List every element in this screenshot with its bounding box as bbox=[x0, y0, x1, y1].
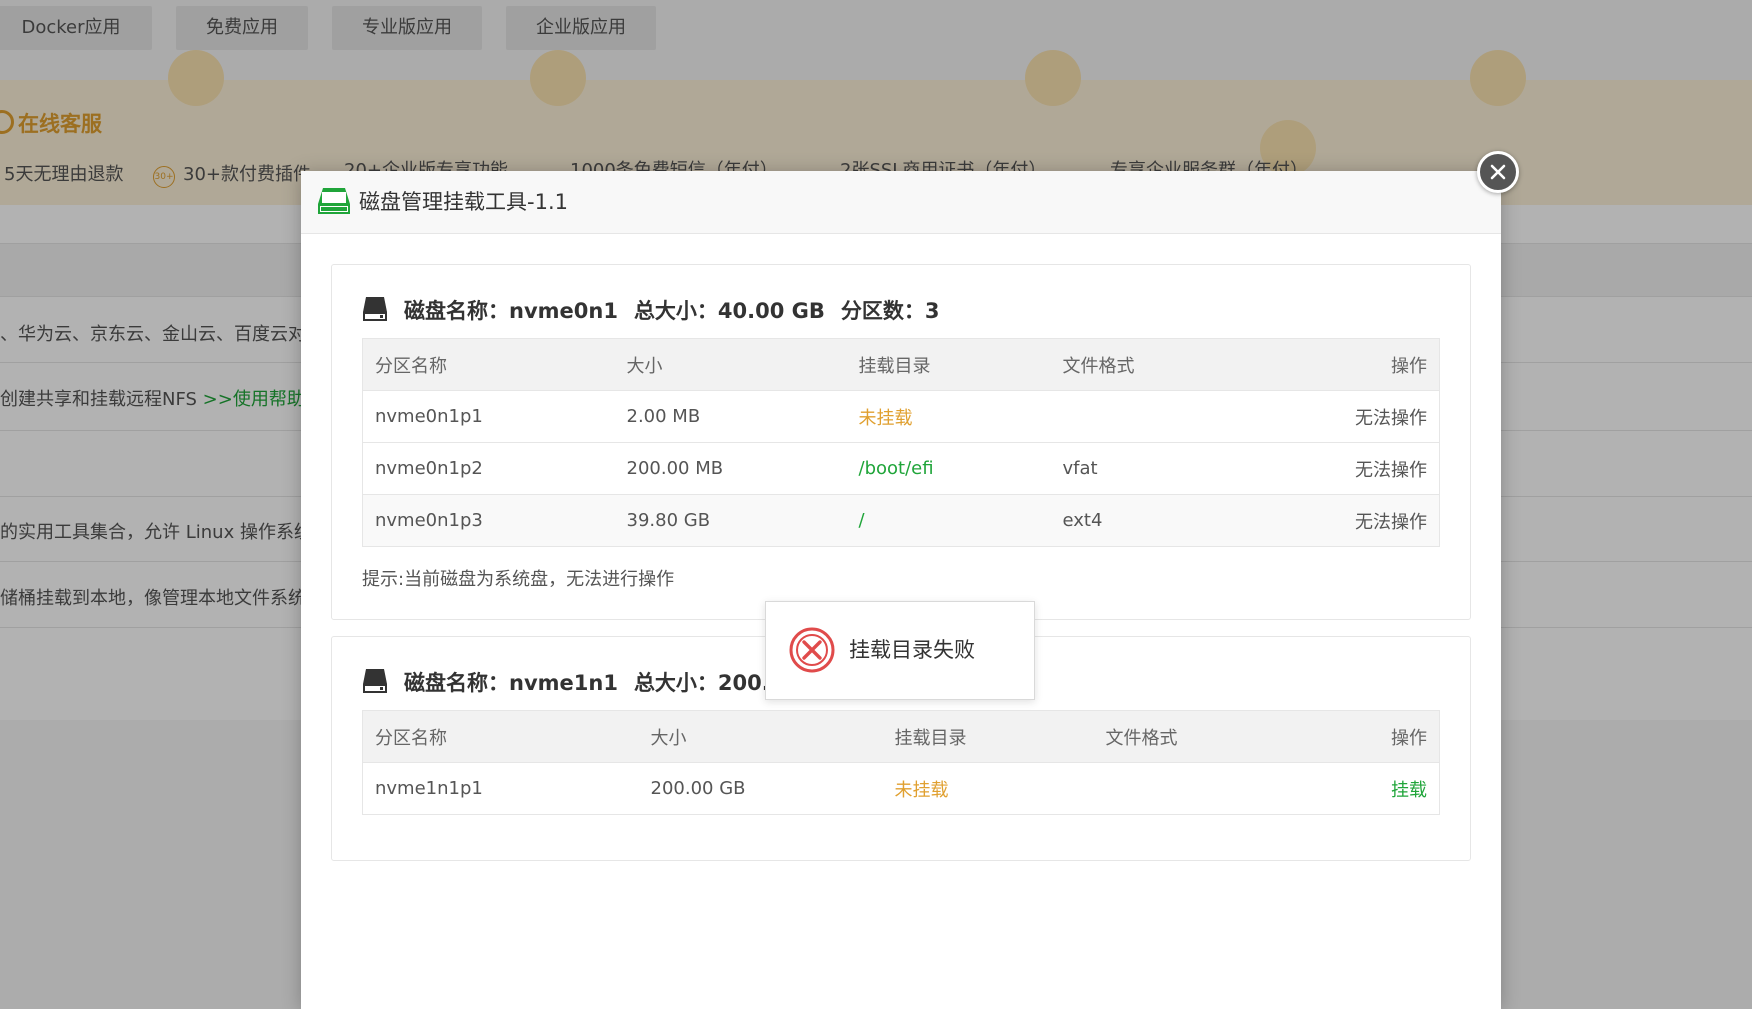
table-row: nvme0n1p3 39.80 GB / ext4 无法操作 bbox=[362, 494, 1440, 547]
partition-size: 2.00 MB bbox=[614, 390, 847, 443]
partition-name: nvme0n1p2 bbox=[362, 442, 615, 495]
disk-name: 磁盘名称：nvme0n1 bbox=[404, 299, 618, 323]
partition-table: 分区名称 大小 挂载目录 文件格式 操作 nvme0n1p1 2.00 MB 未… bbox=[362, 338, 1440, 547]
partition-size: 200.00 MB bbox=[614, 442, 847, 495]
partition-size: 200.00 GB bbox=[638, 762, 883, 815]
action-disabled: 无法操作 bbox=[1280, 494, 1440, 547]
partition-name: nvme0n1p1 bbox=[362, 390, 615, 443]
mount-button[interactable]: 挂载 bbox=[1323, 762, 1440, 815]
partition-name: nvme1n1p1 bbox=[362, 762, 639, 815]
close-icon bbox=[1490, 164, 1506, 180]
table-row: nvme1n1p1 200.00 GB 未挂载 挂载 bbox=[362, 762, 1440, 815]
dialog-title: 磁盘管理挂载工具-1.1 bbox=[359, 190, 568, 214]
col-size: 大小 bbox=[638, 710, 883, 763]
close-dialog-button[interactable] bbox=[1477, 151, 1519, 193]
table-header-row: 分区名称 大小 挂载目录 文件格式 操作 bbox=[362, 710, 1440, 763]
disk-total-size: 总大小：40.00 GB bbox=[633, 299, 825, 323]
table-header-row: 分区名称 大小 挂载目录 文件格式 操作 bbox=[362, 338, 1440, 391]
mount-path: /boot/efi bbox=[846, 442, 1051, 495]
mount-status: 未挂载 bbox=[882, 762, 1094, 815]
system-disk-tip: 提示:当前磁盘为系统盘，无法进行操作 bbox=[362, 569, 675, 590]
col-action: 操作 bbox=[1323, 710, 1440, 763]
hard-disk-icon bbox=[318, 188, 350, 214]
col-partition-name: 分区名称 bbox=[362, 710, 639, 763]
toast-message: 挂载目录失败 bbox=[849, 638, 975, 662]
action-disabled: 无法操作 bbox=[1280, 442, 1440, 495]
table-row: nvme0n1p1 2.00 MB 未挂载 无法操作 bbox=[362, 390, 1440, 443]
col-mount-dir: 挂载目录 bbox=[846, 338, 1051, 391]
table-row: nvme0n1p2 200.00 MB /boot/efi vfat 无法操作 bbox=[362, 442, 1440, 495]
hard-drive-icon bbox=[363, 669, 387, 693]
disk-card: 磁盘名称：nvme0n1 总大小：40.00 GB 分区数：3 分区名称 大小 挂载… bbox=[331, 264, 1471, 620]
mount-path: / bbox=[846, 494, 1051, 547]
col-partition-name: 分区名称 bbox=[362, 338, 615, 391]
hard-drive-icon bbox=[363, 297, 387, 321]
dialog-header: 磁盘管理挂载工具-1.1 bbox=[301, 171, 1501, 234]
col-mount-dir: 挂载目录 bbox=[882, 710, 1094, 763]
partition-fs bbox=[1050, 390, 1281, 443]
disk-header: 磁盘名称：nvme0n1 总大小：40.00 GB 分区数：3 bbox=[362, 295, 940, 325]
col-filesystem: 文件格式 bbox=[1050, 338, 1281, 391]
disk-mount-tool-dialog: 磁盘管理挂载工具-1.1 磁盘名称：nvme0n1 总大小：40.00 GB 分区数… bbox=[301, 171, 1501, 1009]
error-toast: 挂载目录失败 bbox=[765, 601, 1035, 700]
disk-name: 磁盘名称：nvme1n1 bbox=[404, 671, 618, 695]
mount-status: 未挂载 bbox=[846, 390, 1051, 443]
partition-fs: vfat bbox=[1050, 442, 1281, 495]
disk-partition-count: 分区数：3 bbox=[840, 299, 940, 323]
col-action: 操作 bbox=[1280, 338, 1440, 391]
partition-fs: ext4 bbox=[1050, 494, 1281, 547]
partition-size: 39.80 GB bbox=[614, 494, 847, 547]
error-circle-icon bbox=[789, 627, 835, 673]
partition-fs bbox=[1093, 762, 1324, 815]
col-filesystem: 文件格式 bbox=[1093, 710, 1324, 763]
partition-name: nvme0n1p3 bbox=[362, 494, 615, 547]
col-size: 大小 bbox=[614, 338, 847, 391]
partition-table: 分区名称 大小 挂载目录 文件格式 操作 nvme1n1p1 200.00 GB… bbox=[362, 710, 1440, 815]
action-disabled: 无法操作 bbox=[1280, 390, 1440, 443]
